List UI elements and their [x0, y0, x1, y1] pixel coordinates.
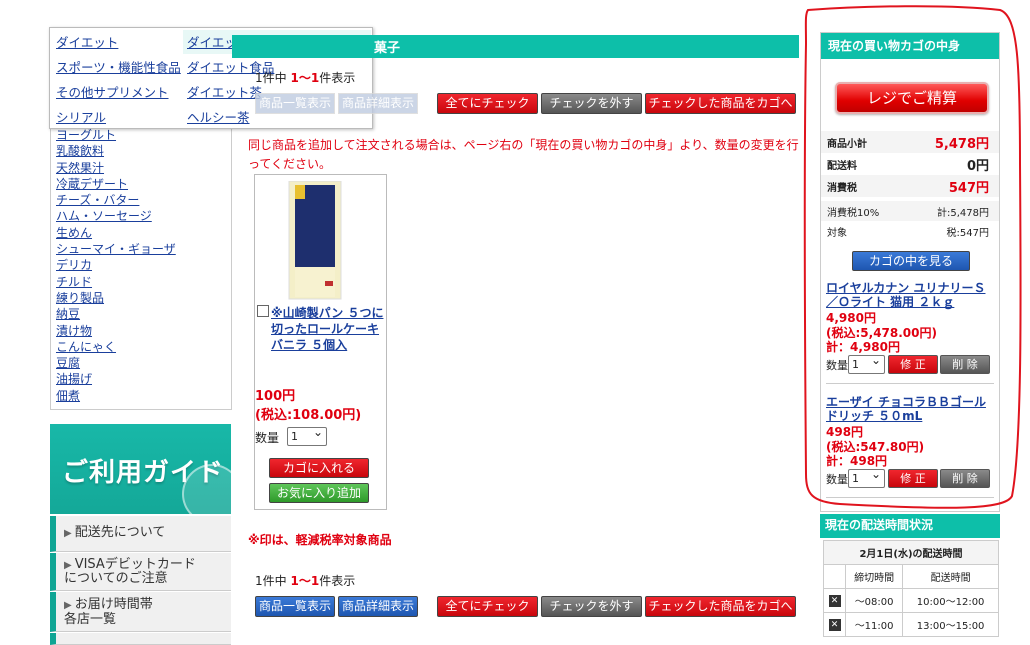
delivery-status-cell: ✕: [823, 612, 846, 637]
category-link[interactable]: チルド: [51, 274, 231, 290]
delivery-time-cell: 10:00～12:00: [902, 588, 999, 613]
annotation-highlight: [803, 5, 1022, 509]
delivery-table: 2月1日(水)の配送時間 締切時間 配送時間 ✕ ～08:00 10:00～12…: [823, 540, 999, 637]
detail-view-button-bottom[interactable]: 商品詳細表示: [338, 596, 418, 617]
delivery-row: ✕ ～11:00 13:00～15:00: [823, 612, 999, 637]
category-link[interactable]: シューマイ・ギョーザ: [51, 241, 231, 257]
count-prefix: 件中: [262, 574, 287, 588]
category-link[interactable]: 漬け物: [51, 323, 231, 339]
notice-text: 同じ商品を追加して注文される場合は、ページ右の「現在の買い物カゴの中身」より、数…: [248, 138, 799, 171]
uncheck-button-bottom[interactable]: チェックを外す: [541, 596, 642, 617]
result-count-top: 1件中 1～1件表示: [255, 69, 355, 86]
guide-item-label: VISAデビットカード についてのご注意: [64, 557, 196, 586]
guide-item-delivery-time[interactable]: ▶ お届け時間帯 各店一覧: [50, 592, 231, 632]
product-image[interactable]: [281, 181, 349, 301]
product-checkbox[interactable]: [257, 305, 269, 317]
dropdown-item-cereal[interactable]: シリアル: [56, 105, 181, 130]
category-link[interactable]: 豆腐: [51, 355, 231, 371]
list-view-button-top[interactable]: 商品一覧表示: [255, 93, 335, 114]
count-total: 1: [255, 574, 263, 588]
category-link[interactable]: デリカ: [51, 257, 231, 273]
deadline-cell: ～08:00: [844, 588, 904, 613]
detail-view-button-top[interactable]: 商品詳細表示: [338, 93, 418, 114]
col-delivery: 配送時間: [902, 564, 999, 589]
guide-item-label: 配送先について: [74, 525, 166, 540]
category-list: ヨーグルト 乳酸飲料 天然果汁 冷蔵デザート チーズ・バター ハム・ソーセージ 生めん シュー…: [50, 120, 232, 410]
list-view-button-bottom[interactable]: 商品一覧表示: [255, 596, 335, 617]
delivery-status-cell: ✕: [823, 588, 846, 613]
triangle-right-icon: ▶: [64, 600, 72, 611]
delivery-title: 現在の配送時間状況: [820, 514, 1000, 538]
add-to-favorites-button[interactable]: お気に入り追加: [269, 483, 369, 503]
deadline-cell: ～11:00: [844, 612, 904, 637]
delivery-date: 2月1日(水)の配送時間: [823, 540, 999, 565]
category-link[interactable]: 冷蔵デザート: [51, 176, 231, 192]
dropdown-item-sports[interactable]: スポーツ・機能性食品: [56, 55, 181, 80]
delivery-row: ✕ ～08:00 10:00～12:00: [823, 588, 999, 613]
product-qty-select[interactable]: 1: [287, 424, 327, 446]
count-total: 1: [255, 71, 263, 85]
product-name-link[interactable]: ※山崎製パン ５つに切ったロールケーキバニラ ５個入: [271, 305, 385, 353]
dropdown-item-other-supplements[interactable]: その他サプリメント: [56, 80, 181, 105]
add-checked-to-cart-button-top[interactable]: チェックした商品をカゴへ: [645, 93, 796, 114]
category-title: 菓子: [374, 41, 401, 56]
triangle-right-icon: ▶: [64, 528, 72, 539]
product-tax-price: (税込:108.00円): [255, 408, 362, 423]
category-link[interactable]: 練り製品: [51, 290, 231, 306]
category-link[interactable]: ハム・ソーセージ: [51, 208, 231, 224]
product-price: 100円: [255, 389, 296, 404]
category-link[interactable]: 納豆: [51, 306, 231, 322]
col-deadline: 締切時間: [844, 564, 904, 589]
check-all-button-bottom[interactable]: 全てにチェック: [437, 596, 538, 617]
closed-x-icon: ✕: [828, 618, 841, 631]
add-to-cart-button[interactable]: カゴに入れる: [269, 458, 369, 478]
product-card: ※山崎製パン ５つに切ったロールケーキバニラ ５個入 100円 (税込:108.…: [254, 174, 387, 510]
guide-item-more[interactable]: [50, 633, 231, 645]
dropdown-column-1: ダイエット スポーツ・機能性食品 その他サプリメント シリアル: [56, 30, 181, 130]
delivery-time-cell: 13:00～15:00: [902, 612, 999, 637]
category-link[interactable]: 乳酸飲料: [51, 143, 231, 159]
count-suffix: 件表示: [319, 71, 356, 85]
usage-guide-banner[interactable]: ご利用ガイド: [50, 424, 231, 514]
guide-item-visa[interactable]: ▶ VISAデビットカード についてのご注意: [50, 553, 231, 591]
tax-note: ※印は、軽減税率対象商品: [248, 533, 392, 547]
category-header-bar: 菓子: [232, 35, 799, 58]
delivery-blank-cell: [823, 564, 846, 589]
category-link[interactable]: チーズ・バター: [51, 192, 231, 208]
guide-item-delivery[interactable]: ▶ 配送先について: [50, 516, 231, 552]
count-prefix: 件中: [262, 71, 287, 85]
delivery-status-panel: 現在の配送時間状況 2月1日(水)の配送時間 締切時間 配送時間 ✕ ～08:0…: [820, 514, 1000, 643]
triangle-right-icon: ▶: [64, 560, 72, 571]
count-range: 1～1: [290, 71, 320, 85]
closed-x-icon: ✕: [828, 594, 841, 607]
check-all-button-top[interactable]: 全てにチェック: [437, 93, 538, 114]
qty-label: 数量: [255, 431, 280, 445]
dropdown-item-diet[interactable]: ダイエット: [56, 30, 181, 55]
guide-item-label: お届け時間帯 各店一覧: [64, 597, 153, 627]
result-count-bottom: 1件中 1～1件表示: [255, 572, 355, 589]
count-range: 1～1: [290, 574, 320, 588]
category-link[interactable]: こんにゃく: [51, 339, 231, 355]
category-link[interactable]: 生めん: [51, 225, 231, 241]
category-link[interactable]: 天然果汁: [51, 160, 231, 176]
add-checked-to-cart-button-bottom[interactable]: チェックした商品をカゴへ: [645, 596, 796, 617]
category-link[interactable]: 佃煮: [51, 388, 231, 404]
category-link[interactable]: 油揚げ: [51, 371, 231, 387]
uncheck-button-top[interactable]: チェックを外す: [541, 93, 642, 114]
count-suffix: 件表示: [319, 574, 356, 588]
